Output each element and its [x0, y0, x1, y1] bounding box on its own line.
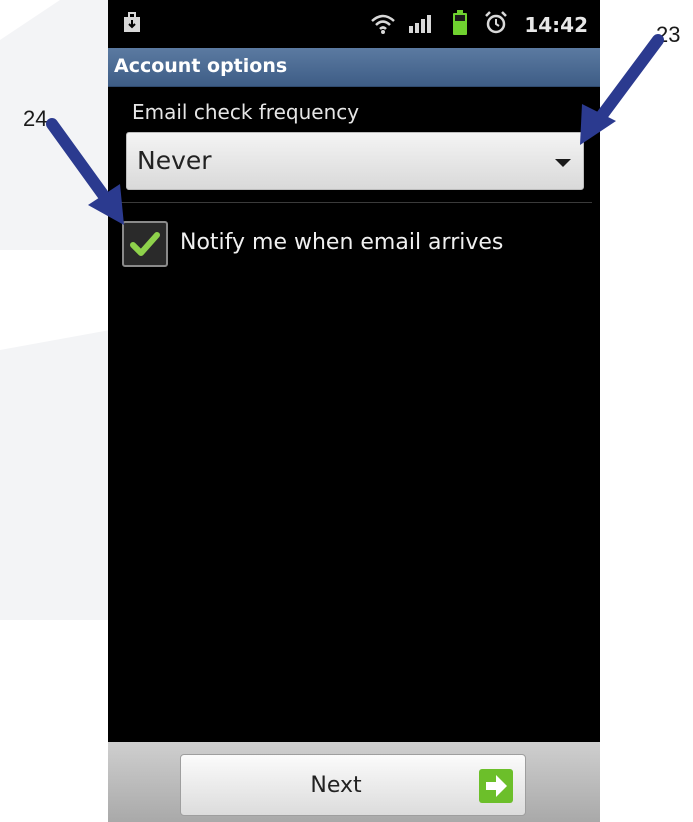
annotation-arrows [46, 34, 664, 225]
arrow-to-checkbox [46, 118, 124, 225]
arrow-to-dropdown [580, 34, 664, 145]
